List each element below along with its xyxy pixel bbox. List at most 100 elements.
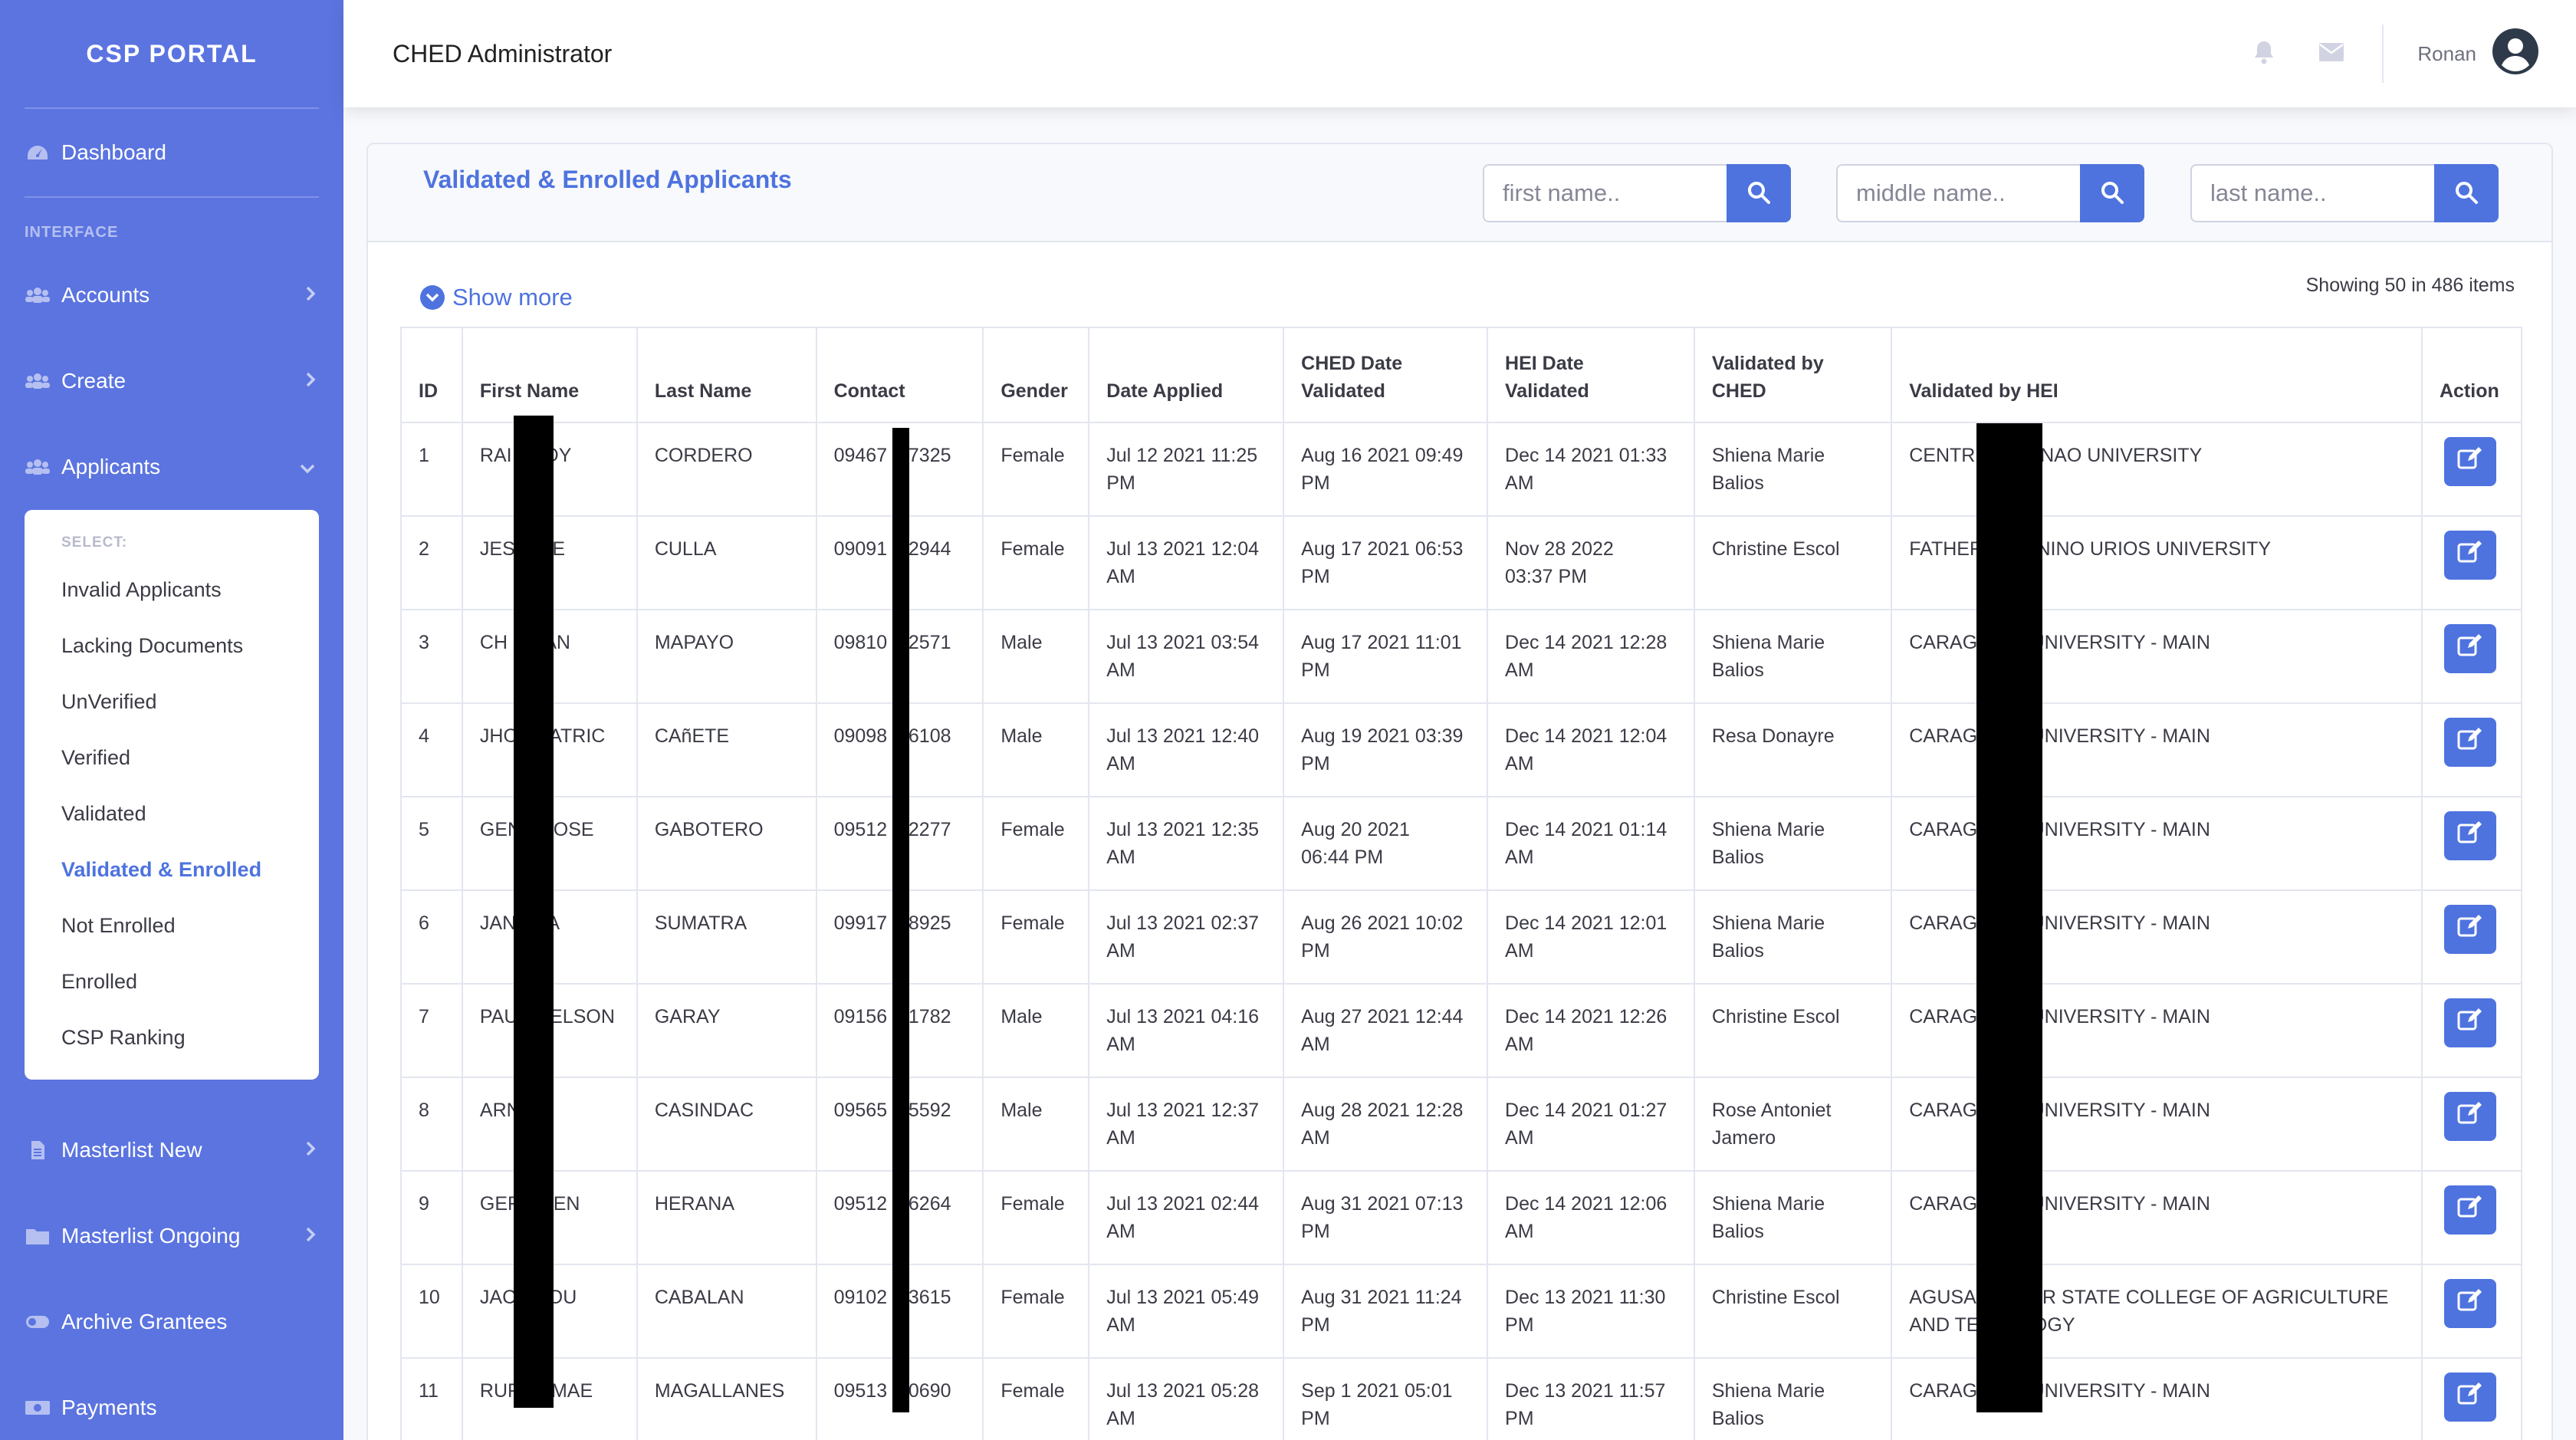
- cell-date-applied-text: Jul 13 2021 12:04: [1106, 538, 1260, 560]
- cell-last-name: GABOTERO: [636, 796, 817, 891]
- cell-gender: Female: [982, 1170, 1090, 1265]
- sidebar-heading: INTERFACE: [25, 224, 119, 241]
- cell-date-applied-text: AM: [1106, 1034, 1135, 1055]
- cell-gender-text: Male: [1001, 1006, 1043, 1027]
- sidebar-item-masterlist-new[interactable]: Masterlist New: [0, 1107, 343, 1193]
- messages-button[interactable]: [2298, 42, 2365, 66]
- sidebar-item-archive-grantees[interactable]: Archive Grantees: [0, 1279, 343, 1365]
- middle-name-search-input[interactable]: [1836, 164, 2080, 222]
- cell-ched-date-text: Aug 26 2021 10:02: [1301, 912, 1464, 934]
- submenu-item-invalid-applicants[interactable]: Invalid Applicants: [25, 562, 319, 618]
- cell-validated-hei-text: CARAG UNIVERSITY - MAIN: [1909, 632, 2210, 653]
- edit-button[interactable]: [2443, 1185, 2496, 1235]
- cell-date-applied-text: Jul 13 2021 12:35: [1106, 819, 1260, 840]
- cell-hei-date-text: PM: [1505, 1314, 1534, 1336]
- cell-validated-ched: Resa Donayre: [1693, 702, 1893, 797]
- users-icon: [25, 457, 51, 477]
- redaction-bar: [892, 428, 909, 1412]
- edit-icon: [2457, 633, 2483, 664]
- cell-validated-ched: Christine Escol: [1693, 515, 1893, 610]
- search-icon: [2454, 180, 2479, 207]
- edit-button[interactable]: [2443, 531, 2496, 580]
- first-name-search-input[interactable]: [1483, 164, 1727, 222]
- cell-date-applied-text: Jul 13 2021 02:44: [1106, 1193, 1260, 1215]
- alerts-button[interactable]: [2230, 40, 2298, 68]
- submenu-item-csp-ranking[interactable]: CSP Ranking: [25, 1010, 319, 1066]
- show-more-toggle[interactable]: Show more: [420, 284, 573, 311]
- cell-id-text: 5: [419, 819, 429, 840]
- sidebar-item-create[interactable]: Create: [0, 338, 343, 424]
- cell-date-applied: Jul 13 2021 05:28 AM: [1088, 1357, 1285, 1440]
- submenu-item-validated-enrolled[interactable]: Validated & Enrolled: [25, 842, 319, 898]
- sidebar-item-label: Payments: [61, 1396, 157, 1419]
- edit-button[interactable]: [2443, 905, 2496, 954]
- cell-id: 3: [400, 609, 463, 704]
- submenu-item-validated[interactable]: Validated: [25, 786, 319, 842]
- cell-validated-hei: FATHER NINO URIOS UNIVERSITY: [1891, 515, 2423, 610]
- cell-date-applied: Jul 13 2021 04:16 AM: [1088, 983, 1285, 1078]
- first-name-search-button[interactable]: [1727, 164, 1791, 222]
- edit-icon: [2457, 914, 2483, 945]
- cell-date-applied-text: AM: [1106, 1314, 1135, 1336]
- cell-last-name-text: CASINDAC: [654, 1100, 754, 1121]
- edit-button[interactable]: [2443, 1092, 2496, 1141]
- edit-icon: [2457, 1101, 2483, 1132]
- submenu-item-unverified[interactable]: UnVerified: [25, 674, 319, 730]
- cell-last-name-text: SUMATRA: [654, 912, 748, 934]
- sidebar-item-dashboard[interactable]: Dashboard: [0, 109, 343, 196]
- cell-validated-ched: Christine Escol: [1693, 1264, 1893, 1359]
- cell-date-applied: Jul 12 2021 11:25 PM: [1088, 422, 1285, 517]
- cell-date-applied-text: Jul 12 2021 11:25: [1106, 445, 1258, 466]
- submenu-item-not-enrolled[interactable]: Not Enrolled: [25, 898, 319, 954]
- cell-validated-ched-text: Resa Donayre: [1711, 725, 1835, 747]
- cell-ched-date: Sep 1 2021 05:01 PM: [1283, 1357, 1489, 1440]
- edit-button[interactable]: [2443, 998, 2496, 1047]
- sidebar-item-label: Create: [61, 369, 127, 393]
- submenu-item-verified[interactable]: Verified: [25, 730, 319, 786]
- search-icon: [2100, 180, 2124, 207]
- edit-button[interactable]: [2443, 718, 2496, 767]
- topbar: CHED Administrator Ronan: [343, 0, 2576, 107]
- brand-logo[interactable]: CSP PORTAL: [0, 0, 343, 107]
- cell-hei-date-text: 03:37 PM: [1505, 566, 1588, 587]
- last-name-search-button[interactable]: [2434, 164, 2499, 222]
- card-title: Validated & Enrolled Applicants: [423, 166, 792, 193]
- cell-date-applied-text: Jul 13 2021 04:16: [1106, 1006, 1260, 1027]
- cell-ched-date-text: Aug 17 2021 06:53: [1301, 538, 1464, 560]
- submenu-item-enrolled[interactable]: Enrolled: [25, 954, 319, 1010]
- edit-button[interactable]: [2443, 437, 2496, 486]
- last-name-search-input[interactable]: [2190, 164, 2434, 222]
- submenu-item-lacking-documents[interactable]: Lacking Documents: [25, 618, 319, 674]
- sidebar-item-applicants[interactable]: Applicants: [0, 424, 343, 510]
- middle-name-search-button[interactable]: [2080, 164, 2144, 222]
- sidebar-item-payments[interactable]: Payments: [0, 1365, 343, 1440]
- cell-date-applied: Jul 13 2021 02:44 AM: [1088, 1170, 1285, 1265]
- cell-id-text: 10: [419, 1287, 440, 1308]
- table-row: 5 GEN OSE GABOTERO 09512 32277 Female Jul 13 …: [400, 796, 2523, 891]
- cell-ched-date-text: Aug 17 2021 11:01: [1301, 632, 1462, 653]
- cell-id: 4: [400, 702, 463, 797]
- sidebar-item-label: Masterlist Ongoing: [61, 1224, 241, 1248]
- sidebar-item-accounts[interactable]: Accounts: [0, 252, 343, 338]
- cell-validated-hei-text: CARAG UNIVERSITY - MAIN: [1909, 912, 2210, 934]
- edit-button[interactable]: [2443, 811, 2496, 860]
- middle-name-search: [1836, 164, 2144, 222]
- edit-button[interactable]: [2443, 1373, 2496, 1422]
- cell-hei-date-text: Dec 14 2021 12:28: [1505, 632, 1668, 653]
- header-line: Validated: [1301, 380, 1385, 402]
- cell-validated-hei-text: CENTR ANAO UNIVERSITY: [1909, 445, 2203, 466]
- cell-validated-hei: CARAG UNIVERSITY - MAIN: [1891, 1077, 2423, 1172]
- cell-hei-date-text: Dec 14 2021 12:01: [1505, 912, 1668, 934]
- cell-ched-date: Aug 28 2021 12:28 AM: [1283, 1077, 1489, 1172]
- cell-last-name: GARAY: [636, 983, 817, 1078]
- cell-last-name: CAñETE: [636, 702, 817, 797]
- edit-button[interactable]: [2443, 1279, 2496, 1328]
- submenu-heading: SELECT:: [61, 534, 128, 551]
- cell-validated-ched-text: Balios: [1711, 1221, 1764, 1242]
- cell-date-applied-text: Jul 13 2021 05:49: [1106, 1287, 1260, 1308]
- cell-id-text: 11: [419, 1380, 439, 1402]
- edit-button[interactable]: [2443, 624, 2496, 673]
- sidebar-item-masterlist-ongoing[interactable]: Masterlist Ongoing: [0, 1193, 343, 1279]
- table-row: 4 JHO ATRIC CAñETE 09098 76108 Male Jul 13 20…: [400, 702, 2523, 797]
- user-dropdown[interactable]: Ronan: [2417, 28, 2539, 81]
